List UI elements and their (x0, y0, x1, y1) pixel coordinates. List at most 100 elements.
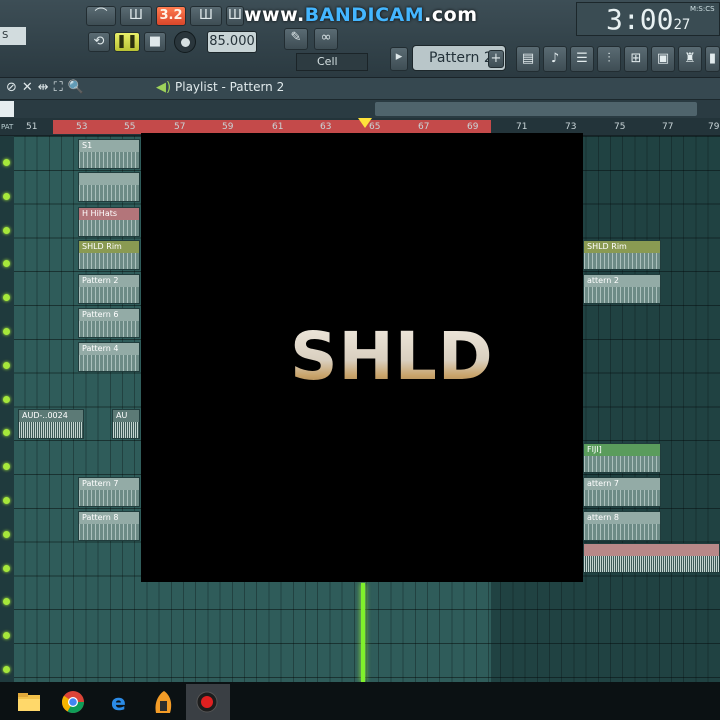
pattern-add-button[interactable]: + (488, 50, 504, 68)
playlist-tool-icons[interactable]: ⊘✕⇹⛶🔍 (6, 80, 89, 95)
clip-name: Pattern 4 (79, 343, 139, 355)
track-mute-led[interactable] (3, 226, 10, 234)
bar-number: 79 (708, 122, 720, 132)
playlist-clip[interactable]: Pattern 4 (78, 342, 140, 372)
link-icon[interactable]: ∞ (314, 28, 338, 50)
playlist-clip[interactable]: AUD-..0024 (18, 409, 84, 439)
tempo-display[interactable]: 85.000 (207, 31, 257, 53)
clip-content (584, 524, 660, 540)
more-tools-icon[interactable]: ▮ (705, 46, 720, 72)
bar-number: 73 (565, 122, 577, 132)
playlist-clip[interactable]: attern 7 (583, 477, 661, 507)
playlist-icon[interactable]: ▤ (516, 46, 540, 72)
mode-extra-icon[interactable]: Ш (226, 6, 244, 26)
playlist-clip[interactable]: Pattern 2 (78, 274, 140, 304)
clip-content (79, 287, 139, 303)
fl-studio-window: S ⌒ Ш 3.2 Ш Ш www.BANDICAM.com ⟲ ❚❚ ■ 85… (0, 0, 720, 720)
cell-mode-select[interactable]: Cell (296, 53, 368, 71)
fl-studio-icon[interactable] (146, 687, 180, 717)
playlist-clip[interactable]: SHLD Rim (78, 240, 140, 270)
playlist-clip[interactable]: SHLD Rim (583, 240, 661, 270)
watermark-prefix: www. (244, 4, 305, 26)
browser-icon[interactable]: ⊞ (624, 46, 648, 72)
bar-number: 75 (614, 122, 626, 132)
clip-content (584, 490, 660, 506)
left-panel-stub[interactable]: S (0, 27, 26, 45)
playlist-title: Playlist - Pattern 2 (175, 80, 285, 94)
time-unit-label: M:S:CS (690, 5, 715, 13)
track-mute-led[interactable] (3, 666, 10, 673)
snap-value-display[interactable]: 3.2 (156, 6, 186, 26)
track-mute-led[interactable] (3, 497, 10, 504)
playlist-clip[interactable]: Pattern 7 (78, 477, 140, 507)
song-time: 3:0027 (606, 3, 690, 36)
clip-name: attern 7 (584, 478, 660, 490)
bar-number: 59 (222, 122, 234, 132)
record-button[interactable] (174, 31, 196, 53)
clip-content (79, 321, 139, 337)
clip-name: SHLD Rim (79, 241, 139, 253)
speaker-icon[interactable]: ◀) (156, 80, 171, 95)
clip-content (79, 185, 139, 201)
playhead-marker[interactable] (358, 118, 372, 128)
playlist-clip[interactable]: Pattern 8 (78, 511, 140, 541)
playlist-clip[interactable]: FIJI] (583, 443, 661, 473)
playlist-clip[interactable]: H HiHats (78, 207, 140, 237)
playlist-clip[interactable]: attern 2 (583, 274, 661, 304)
plugin-icon[interactable]: ▣ (651, 46, 675, 72)
mixer-icon[interactable]: ⫶ (597, 46, 621, 72)
plugin-picker-icon[interactable]: ♜ (678, 46, 702, 72)
pattern-prev-button[interactable]: ▸ (390, 47, 408, 71)
bar-number: 69 (467, 122, 479, 132)
playlist-clip[interactable]: Pattern 6 (78, 308, 140, 338)
track-mute-led[interactable] (3, 361, 10, 369)
pat-label: PAT (1, 123, 14, 131)
playlist-clip[interactable] (583, 543, 720, 573)
track-mute-led[interactable] (3, 395, 10, 403)
playlist-clip[interactable] (78, 172, 140, 202)
clip-content (113, 422, 139, 438)
wave-icon[interactable]: ⌒ (86, 6, 116, 26)
clip-content (79, 524, 139, 540)
clip-name: AUD-..0024 (19, 410, 83, 422)
watermark-suffix: .com (424, 4, 478, 26)
clip-name: Pattern 7 (79, 478, 139, 490)
edge-icon[interactable]: e (102, 687, 136, 717)
playlist-clip[interactable]: attern 8 (583, 511, 661, 541)
clip-name: FIJI] (584, 444, 660, 456)
playlist-clip[interactable]: AU (112, 409, 140, 439)
track-mute-led[interactable] (3, 530, 10, 538)
pencil-icon[interactable]: ✎ (284, 28, 308, 50)
clip-content (584, 287, 660, 303)
clip-content (79, 355, 139, 371)
track-mute-led[interactable] (3, 192, 10, 200)
clip-content (584, 456, 660, 472)
channel-rack-icon[interactable]: ☰ (570, 46, 594, 72)
folder-icon[interactable] (12, 687, 46, 717)
playlist-clip[interactable]: S1 (78, 139, 140, 169)
loop-icon[interactable]: ⟲ (88, 32, 110, 52)
scrollbar-thumb[interactable] (375, 102, 697, 116)
piano-roll-icon[interactable]: ♪ (543, 46, 567, 72)
snap-mode-icon[interactable]: Ш (120, 6, 152, 26)
clip-name (79, 173, 139, 185)
pause-button[interactable]: ❚❚ (114, 32, 140, 52)
chrome-icon[interactable] (56, 687, 90, 717)
step-mode-icon[interactable]: Ш (190, 6, 222, 26)
clip-content (584, 253, 660, 269)
track-mute-led[interactable] (3, 328, 10, 335)
bandicam-record-icon[interactable] (190, 687, 224, 717)
stop-button[interactable]: ■ (144, 32, 166, 52)
bar-number: 57 (174, 122, 186, 132)
clip-name: Pattern 6 (79, 309, 139, 321)
track-mute-led[interactable] (3, 159, 10, 166)
clip-name: attern 2 (584, 275, 660, 287)
track-mute-led[interactable] (3, 564, 10, 572)
playhead-line (361, 583, 365, 682)
bar-number: 51 (26, 122, 38, 132)
svg-text:e: e (111, 691, 126, 716)
song-time-main: 3:00 (606, 3, 674, 36)
song-time-centiseconds: 27 (673, 17, 691, 33)
clip-name: Pattern 2 (79, 275, 139, 287)
keyboard-icon[interactable] (0, 101, 14, 117)
